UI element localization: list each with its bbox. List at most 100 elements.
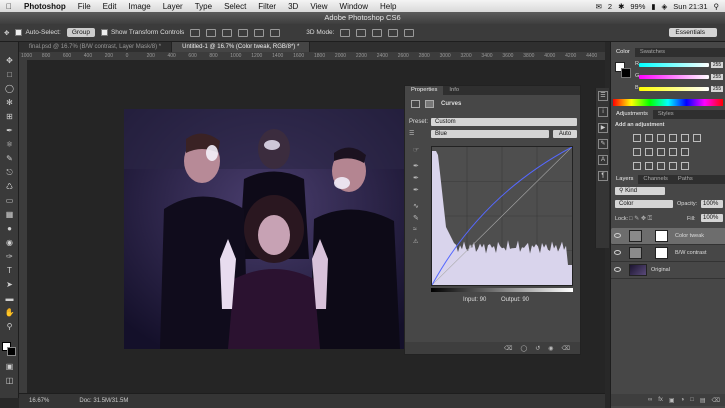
tab-channels[interactable]: Channels <box>638 175 673 184</box>
quick-mask-icon[interactable]: ▣ <box>4 362 15 372</box>
zoom-tool-icon[interactable]: ⚲ <box>4 322 15 332</box>
tab-swatches[interactable]: Swatches <box>635 48 670 57</box>
align-middle-icon[interactable] <box>206 28 217 37</box>
blend-mode-dropdown[interactable]: Color <box>615 200 673 208</box>
hue-saturation-icon[interactable] <box>693 134 701 142</box>
r-value[interactable]: 255 <box>711 62 723 68</box>
layer-name[interactable]: B/W contrast <box>675 250 706 256</box>
doc-size[interactable]: Doc: 31.5M/31.5M <box>79 398 128 404</box>
quick-select-tool-icon[interactable]: ✻ <box>4 98 15 108</box>
menu-layer[interactable]: Layer <box>157 2 189 11</box>
channel-dropdown[interactable]: Blue <box>431 130 549 138</box>
layer-filter-dropdown[interactable]: ⚲ Kind <box>615 187 665 195</box>
type-tool-icon[interactable]: T <box>4 266 15 276</box>
dodge-tool-icon[interactable]: ◉ <box>4 238 15 248</box>
auto-button[interactable]: Auto <box>553 130 577 138</box>
new-adjustment-icon[interactable]: ◑ <box>681 397 685 403</box>
preset-dropdown[interactable]: Custom <box>431 118 577 126</box>
move-tool-preset-icon[interactable]: ✥ <box>4 29 9 37</box>
actions-panel-icon[interactable]: ▶ <box>598 123 608 133</box>
clipping-warning-icon[interactable]: ⚠ <box>413 238 418 245</box>
zoom-level[interactable]: 16.67% <box>29 398 49 404</box>
menu-edit[interactable]: Edit <box>97 2 123 11</box>
wifi-icon[interactable]: ◈ <box>662 2 668 11</box>
smooth-curve-icon[interactable]: ≈ <box>413 226 417 233</box>
apple-menu-icon[interactable]:  <box>0 2 18 11</box>
invert-icon[interactable] <box>633 162 641 170</box>
delete-layer-icon[interactable]: ⌫ <box>712 397 720 404</box>
app-menu[interactable]: Photoshop <box>18 2 72 11</box>
tab-final-psd[interactable]: final.psd @ 16.7% (B/W contrast, Layer M… <box>19 42 173 52</box>
tab-paths[interactable]: Paths <box>673 175 698 184</box>
pen-tool-icon[interactable]: ✑ <box>4 252 15 262</box>
document-image[interactable] <box>124 109 406 349</box>
mask-thumbnail[interactable] <box>655 247 668 259</box>
fill-value[interactable]: 100% <box>701 214 723 222</box>
character-panel-icon[interactable]: A <box>598 155 608 165</box>
workspace-dropdown[interactable]: Essentials <box>669 28 717 37</box>
3d-scale-icon[interactable] <box>404 28 415 37</box>
opacity-value[interactable]: 100% <box>701 200 723 208</box>
3d-rotate-icon[interactable] <box>340 28 351 37</box>
new-group-icon[interactable]: □ <box>690 397 694 403</box>
curves-graph[interactable] <box>431 146 573 286</box>
menu-filter[interactable]: Filter <box>252 2 282 11</box>
tab-info[interactable]: Info <box>443 86 465 95</box>
eye-icon[interactable] <box>614 267 621 272</box>
eye-icon[interactable] <box>614 250 621 255</box>
b-slider[interactable] <box>639 87 709 91</box>
bluetooth-icon[interactable]: ✱ <box>618 2 624 11</box>
white-point-eyedropper-icon[interactable]: ✒ <box>413 186 419 194</box>
menu-help[interactable]: Help <box>374 2 402 11</box>
gradient-map-icon[interactable] <box>669 162 677 170</box>
r-slider[interactable] <box>639 63 709 67</box>
eyedropper-tool-icon[interactable]: ✒ <box>4 126 15 136</box>
menu-view[interactable]: View <box>304 2 333 11</box>
layer-row-color-tweak[interactable]: Color tweak <box>611 228 725 245</box>
target-adjust-tool-icon[interactable]: ☞ <box>413 146 419 154</box>
tab-untitled-1[interactable]: Untitled-1 @ 16.7% (Color tweak, RGB/8*)… <box>172 42 311 52</box>
new-layer-icon[interactable]: ▤ <box>700 397 706 404</box>
3d-pan-icon[interactable] <box>372 28 383 37</box>
healing-brush-tool-icon[interactable]: ⚛ <box>4 140 15 150</box>
move-tool-icon[interactable]: ✥ <box>4 56 15 66</box>
threshold-icon[interactable] <box>657 162 665 170</box>
brush-tool-icon[interactable]: ✎ <box>4 154 15 164</box>
menu-file[interactable]: File <box>72 2 97 11</box>
menu-select[interactable]: Select <box>218 2 252 11</box>
blur-tool-icon[interactable]: ● <box>4 224 15 234</box>
delete-icon[interactable]: ⌫ <box>562 345 570 352</box>
marquee-tool-icon[interactable]: □ <box>4 70 15 80</box>
menu-3d[interactable]: 3D <box>282 2 304 11</box>
tab-color[interactable]: Color <box>611 48 635 57</box>
layer-mask-icon[interactable] <box>425 100 434 108</box>
menu-window[interactable]: Window <box>334 2 374 11</box>
layer-row-bw-contrast[interactable]: B/W contrast <box>611 245 725 262</box>
screen-mode-icon[interactable]: ◫ <box>4 376 15 386</box>
curves-icon[interactable] <box>657 134 665 142</box>
lasso-tool-icon[interactable]: ◯ <box>4 84 15 94</box>
gradient-tool-icon[interactable]: ▦ <box>4 210 15 220</box>
posterize-icon[interactable] <box>645 162 653 170</box>
history-brush-tool-icon[interactable]: ♺ <box>4 182 15 192</box>
g-slider[interactable] <box>639 75 709 79</box>
tab-properties[interactable]: Properties <box>405 86 444 95</box>
align-right-icon[interactable] <box>270 28 281 37</box>
tab-layers[interactable]: Layers <box>611 175 639 184</box>
menu-type[interactable]: Type <box>189 2 218 11</box>
link-layers-icon[interactable]: ∞ <box>648 397 652 403</box>
auto-select-checkbox[interactable]: Auto-Select: <box>15 28 61 36</box>
spotlight-icon[interactable]: ⚲ <box>714 2 720 11</box>
eraser-tool-icon[interactable]: ▭ <box>4 196 15 206</box>
history-panel-icon[interactable]: ☰ <box>598 91 608 101</box>
black-point-eyedropper-icon[interactable]: ✒ <box>413 162 419 170</box>
hand-tool-icon[interactable]: ✋ <box>4 308 15 318</box>
add-mask-icon[interactable]: ▣ <box>669 397 675 404</box>
fx-icon[interactable]: fx <box>658 397 663 403</box>
align-top-icon[interactable] <box>190 28 201 37</box>
clip-to-layer-icon[interactable]: ⌫ <box>504 345 512 352</box>
layer-name[interactable]: Color tweak <box>675 233 704 239</box>
lock-icons[interactable]: □ ✎ ✥ ⚿ <box>629 215 652 223</box>
color-balance-icon[interactable] <box>633 148 641 156</box>
channel-mixer-icon[interactable] <box>669 148 677 156</box>
